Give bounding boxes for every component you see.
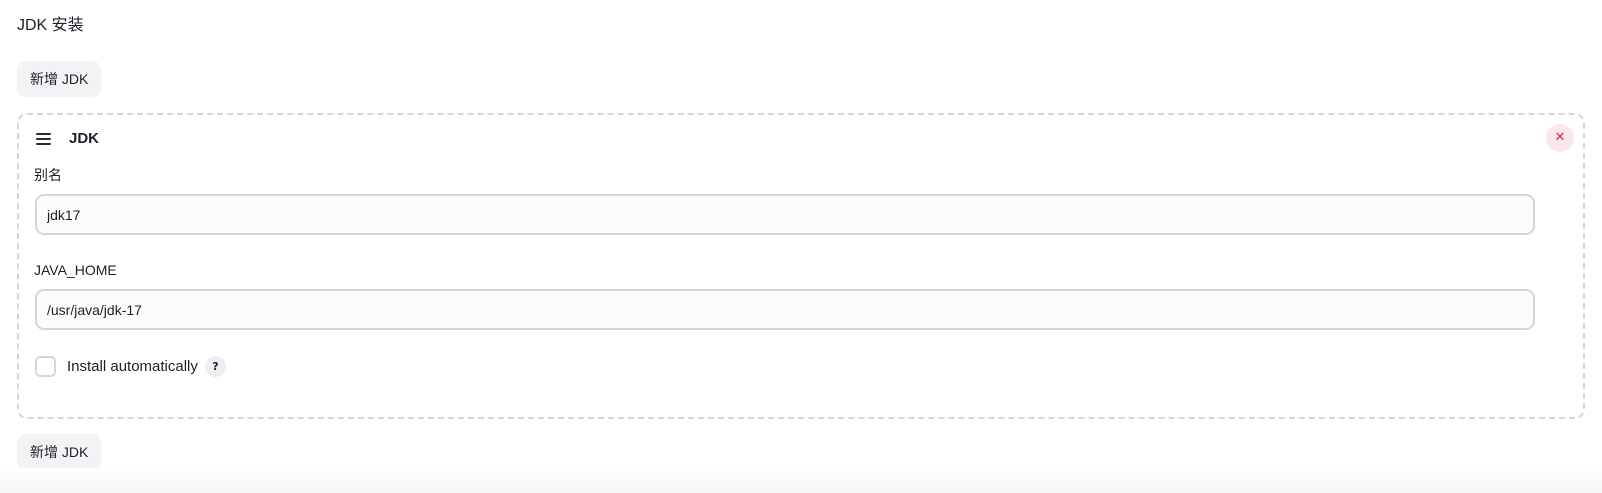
jdk-installations-page: JDK 安装 新增 JDK JDK ✕ 别名 JAVA_HOME Install… [0, 0, 1602, 493]
bottom-bar-fade [0, 468, 1602, 493]
delete-jdk-button[interactable]: ✕ [1546, 124, 1574, 152]
jdk-card: JDK ✕ 别名 JAVA_HOME Install automatically… [17, 113, 1585, 419]
jdk-card-header: JDK ✕ [19, 115, 1583, 163]
java-home-label: JAVA_HOME [34, 262, 117, 278]
add-jdk-button-bottom[interactable]: 新增 JDK [17, 434, 102, 470]
alias-input[interactable] [35, 194, 1535, 235]
close-icon: ✕ [1554, 130, 1566, 145]
alias-label: 别名 [34, 167, 62, 183]
install-automatically-row: Install automatically ? [35, 354, 226, 378]
install-automatically-label[interactable]: Install automatically [67, 358, 198, 375]
section-title: JDK 安装 [17, 17, 84, 34]
jdk-card-title: JDK [69, 130, 100, 147]
help-icon[interactable]: ? [204, 355, 226, 377]
hamburger-drag-icon[interactable] [36, 133, 52, 145]
install-automatically-checkbox[interactable] [35, 355, 56, 377]
java-home-input[interactable] [35, 289, 1535, 330]
add-jdk-button-top[interactable]: 新增 JDK [17, 61, 102, 97]
